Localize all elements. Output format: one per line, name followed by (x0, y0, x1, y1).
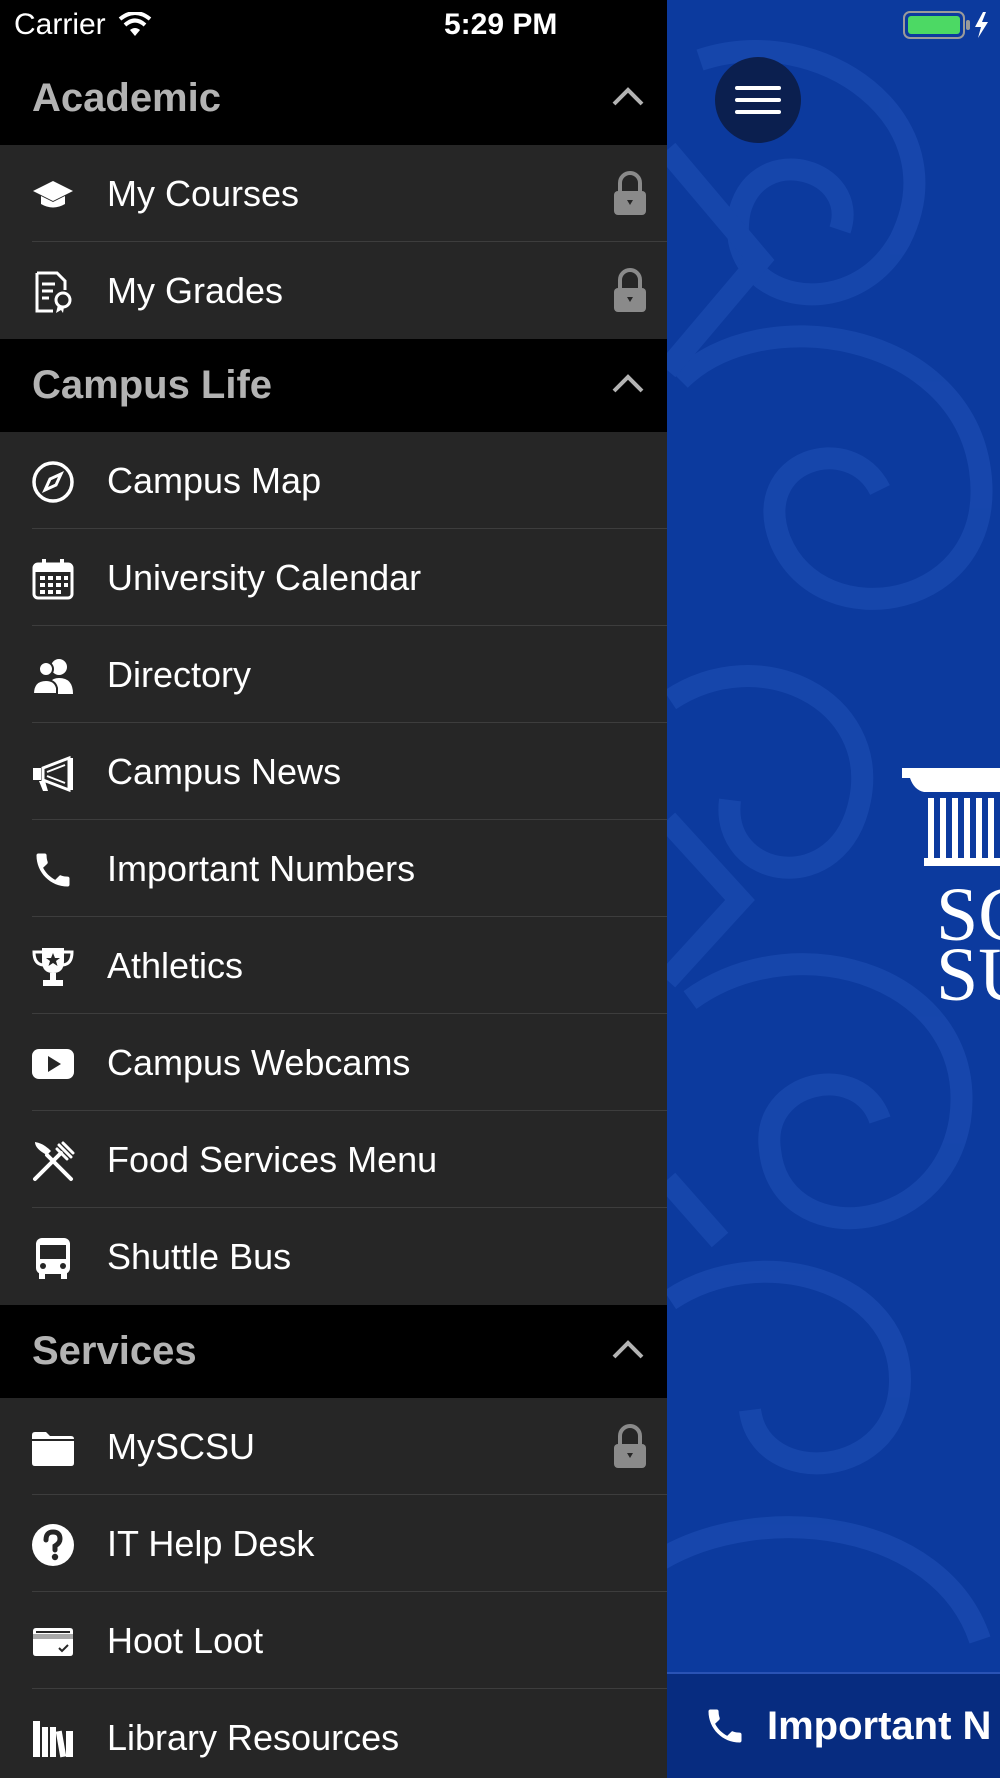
menu-item-label: Shuttle Bus (107, 1235, 292, 1277)
compass-icon (32, 461, 74, 503)
books-icon (33, 1721, 73, 1758)
important-numbers-label: Important N (767, 1703, 992, 1748)
menu-item-label: Athletics (107, 944, 244, 986)
chevron-up-icon (612, 1340, 644, 1359)
phone-icon (36, 853, 70, 887)
utensils-icon (33, 1141, 75, 1181)
phone-icon (708, 1709, 742, 1743)
menu-item-label: Important Numbers (107, 847, 416, 889)
section-title: Services (32, 1329, 197, 1373)
trophy-icon (32, 948, 74, 986)
university-logo: SC SU (902, 768, 1000, 1010)
folder-icon (32, 1432, 74, 1466)
section-header-services[interactable]: Services (0, 1305, 667, 1398)
menu-item-myscsu[interactable]: MySCSU (0, 1398, 667, 1495)
menu-item-label: Food Services Menu (107, 1138, 438, 1180)
question-circle-icon (32, 1524, 74, 1566)
section-title: Academic (32, 76, 221, 120)
menu-item-important-numbers[interactable]: Important Numbers (0, 820, 667, 917)
bus-icon (36, 1238, 70, 1279)
menu-item-my-grades[interactable]: My Grades (0, 242, 667, 339)
menu-item-athletics[interactable]: Athletics (0, 917, 667, 1014)
menu-item-label: My Courses (107, 172, 300, 214)
logo-text-bottom: SU (936, 933, 1000, 1010)
hamburger-menu-button[interactable] (715, 57, 801, 143)
menu-item-university-calendar[interactable]: University Calendar (0, 529, 667, 626)
menu-item-campus-webcams[interactable]: Campus Webcams (0, 1014, 667, 1111)
hamburger-bar (735, 98, 781, 102)
important-numbers-bar[interactable]: Important N (667, 1672, 1000, 1778)
calendar-icon (32, 559, 74, 600)
megaphone-icon (33, 755, 73, 793)
users-icon (31, 659, 73, 695)
battery-icon (903, 11, 988, 39)
carrier-label: Carrier (14, 8, 106, 41)
menu-item-label: MySCSU (107, 1425, 256, 1467)
menu-item-label: Hoot Loot (107, 1619, 264, 1661)
section-header-campus-life[interactable]: Campus Life (0, 339, 667, 432)
menu-item-label: My Grades (107, 269, 284, 311)
lock-icon (614, 171, 646, 215)
chevron-up-icon (612, 87, 644, 106)
menu-item-label: University Calendar (107, 556, 422, 598)
graduation-cap-icon (33, 181, 73, 208)
menu-item-directory[interactable]: Directory (0, 626, 667, 723)
hamburger-bar (735, 86, 781, 90)
carrier-group: Carrier (14, 8, 152, 42)
hamburger-bar (735, 110, 781, 114)
menu-item-label: Campus Map (107, 459, 322, 501)
play-video-icon (32, 1049, 74, 1079)
menu-item-campus-news[interactable]: Campus News (0, 723, 667, 820)
section-header-academic[interactable]: Academic (0, 52, 667, 145)
menu-item-label: Directory (107, 653, 252, 695)
menu-item-shuttle-bus[interactable]: Shuttle Bus (0, 1208, 667, 1305)
lock-icon (614, 1424, 646, 1468)
menu-item-label: Library Resources (107, 1716, 400, 1758)
menu-item-library-resources[interactable]: Library Resources (0, 1689, 667, 1778)
section-title: Campus Life (32, 363, 273, 407)
clock: 5:29 PM (444, 8, 558, 41)
menu-item-label: Campus Webcams (107, 1041, 411, 1083)
menu-item-hoot-loot[interactable]: Hoot Loot (0, 1592, 667, 1689)
chevron-up-icon (612, 374, 644, 393)
wifi-icon (118, 12, 151, 36)
status-bar: Carrier 5:29 PM (0, 0, 1000, 52)
menu-item-it-help-desk[interactable]: IT Help Desk (0, 1495, 667, 1592)
menu-item-my-courses[interactable]: My Courses (0, 145, 667, 242)
credit-card-icon (33, 1628, 73, 1656)
certificate-document-icon (35, 271, 72, 313)
menu-item-label: Campus News (107, 750, 342, 792)
lock-icon (614, 268, 646, 312)
menu-item-label: IT Help Desk (107, 1522, 315, 1564)
menu-item-food-services-menu[interactable]: Food Services Menu (0, 1111, 667, 1208)
side-drawer-menu: Academic My Courses My Grades Campus Lif… (0, 0, 667, 1778)
menu-item-campus-map[interactable]: Campus Map (0, 432, 667, 529)
